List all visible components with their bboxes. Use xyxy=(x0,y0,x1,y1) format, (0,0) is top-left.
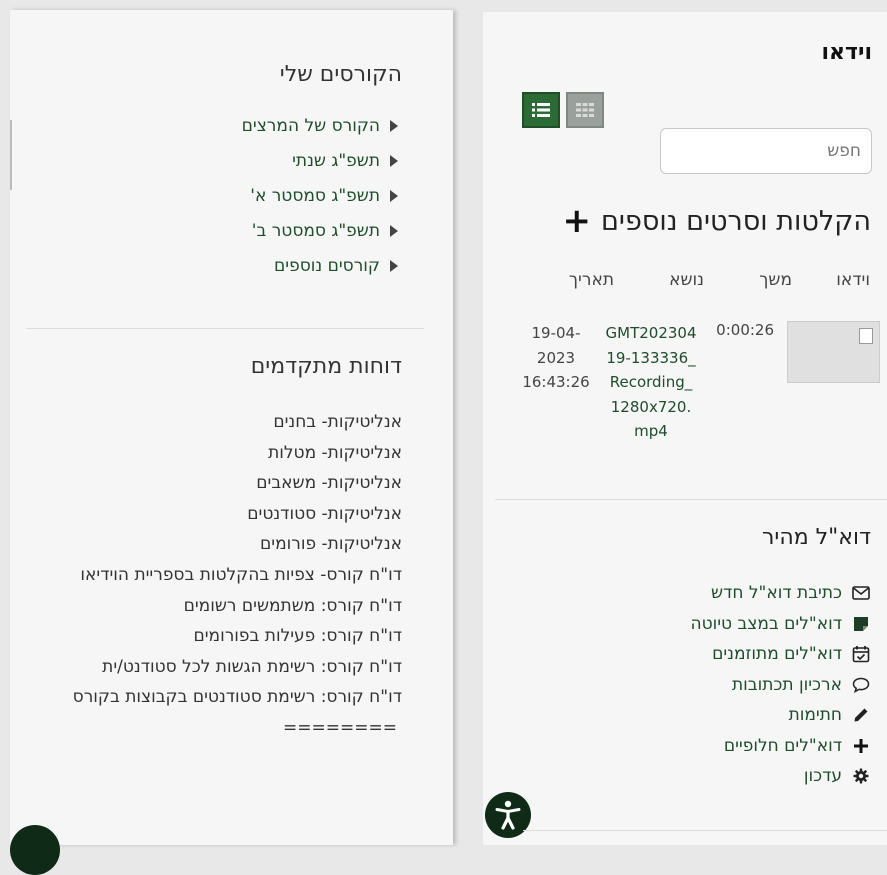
mail-item-archive[interactable]: ארכיון תכתובות xyxy=(690,670,872,701)
course-item[interactable]: תשפ"ג סמסטר א' xyxy=(242,185,398,220)
accessibility-person-icon xyxy=(495,800,521,830)
caret-right-icon xyxy=(390,190,398,202)
table-header-video: וידאו xyxy=(836,270,870,290)
reports-list: אנליטיקות- בחנים אנליטיקות- מטלות אנליטי… xyxy=(42,407,402,744)
envelope-icon xyxy=(850,586,872,601)
report-link[interactable]: דו"ח קורס: פעילות בפורומים xyxy=(42,621,402,652)
caret-right-icon xyxy=(390,120,398,132)
advanced-reports-title: דוחות מתקדמים xyxy=(250,354,402,379)
accessibility-button[interactable] xyxy=(10,825,60,875)
report-link[interactable]: דו"ח קורס: משתמשים רשומים xyxy=(42,591,402,622)
video-topic-link[interactable]: GMT20230419-133336_Recording_1280x720.mp… xyxy=(605,321,697,444)
report-link[interactable]: אנליטיקות- סטודנטים xyxy=(42,499,402,530)
table-header-duration: משך xyxy=(759,270,792,290)
divider xyxy=(26,328,424,329)
pencil-icon xyxy=(850,707,872,723)
gear-icon xyxy=(850,768,872,784)
calendar-check-icon xyxy=(850,645,872,663)
plus-icon xyxy=(850,738,872,754)
broken-image-icon xyxy=(859,328,873,344)
caret-right-icon xyxy=(390,155,398,167)
add-plus-icon[interactable]: + xyxy=(563,204,592,238)
table-header-topic: נושא xyxy=(669,270,704,290)
mail-item-drafts[interactable]: דוא"לים במצב טיוטה xyxy=(690,609,872,640)
course-item[interactable]: קורסים נוספים xyxy=(242,255,398,290)
mail-item-update[interactable]: עדכון xyxy=(690,761,872,792)
mail-item-signatures[interactable]: חתימות xyxy=(690,700,872,731)
report-link[interactable]: אנליטיקות- בחנים xyxy=(42,407,402,438)
report-separator: ======== xyxy=(283,717,397,738)
right-content-panel: וידאו הקלטות וסרטים נוספים + וידאו משך נ… xyxy=(483,12,887,845)
quick-mail-title: דוא"ל מהיר xyxy=(762,525,871,550)
table-header-date: תאריך xyxy=(568,270,614,290)
video-block-title: וידאו xyxy=(821,40,872,65)
left-sidebar-panel: הקורסים שלי הקורס של המרצים תשפ"ג שנתי ת… xyxy=(10,10,453,875)
courses-list: הקורס של המרצים תשפ"ג שנתי תשפ"ג סמסטר א… xyxy=(242,115,398,290)
course-item[interactable]: תשפ"ג שנתי xyxy=(242,150,398,185)
caret-right-icon xyxy=(390,225,398,237)
sticky-note-icon xyxy=(850,616,872,632)
grid-icon xyxy=(576,103,594,117)
accessibility-button[interactable] xyxy=(485,792,531,838)
video-thumbnail[interactable] xyxy=(787,321,880,383)
list-icon xyxy=(532,103,550,117)
quick-mail-list: כתיבת דוא"ל חדש דוא"לים במצב טיוטה דוא"ל… xyxy=(690,578,872,792)
video-duration: 0:00:26 xyxy=(716,321,774,339)
report-link[interactable]: דו"ח קורס: רשימת סטודנטים בקבוצות בקורס xyxy=(42,682,402,713)
my-courses-title: הקורסים שלי xyxy=(279,62,402,87)
caret-right-icon xyxy=(390,260,398,272)
divider xyxy=(523,830,887,831)
scroll-edge xyxy=(10,120,12,190)
list-view-button[interactable] xyxy=(522,92,560,128)
report-link[interactable]: דו"ח קורס: רשימת הגשות לכל סטודנט/ית xyxy=(42,652,402,683)
report-link[interactable]: אנליטיקות- משאבים xyxy=(42,468,402,499)
course-item[interactable]: הקורס של המרצים xyxy=(242,115,398,150)
mail-item-compose[interactable]: כתיבת דוא"ל חדש xyxy=(690,578,872,609)
report-link[interactable]: דו"ח קורס- צפיות בהקלטות בספריית הוידיאו xyxy=(42,560,402,591)
report-link[interactable]: אנליטיקות- פורומים xyxy=(42,529,402,560)
video-date: 19-04-2023 16:43:26 xyxy=(522,324,590,391)
comment-icon xyxy=(850,677,872,693)
divider xyxy=(495,499,887,500)
report-link[interactable]: אנליטיקות- מטלות xyxy=(42,438,402,469)
course-item[interactable]: תשפ"ג סמסטר ב' xyxy=(242,220,398,255)
mail-item-scheduled[interactable]: דוא"לים מתוזמנים xyxy=(690,639,872,670)
search-input[interactable] xyxy=(660,128,872,174)
mail-item-alternatives[interactable]: דוא"לים חלופיים xyxy=(690,731,872,762)
recordings-title: הקלטות וסרטים נוספים + xyxy=(562,201,872,241)
grid-view-button[interactable] xyxy=(566,92,604,128)
